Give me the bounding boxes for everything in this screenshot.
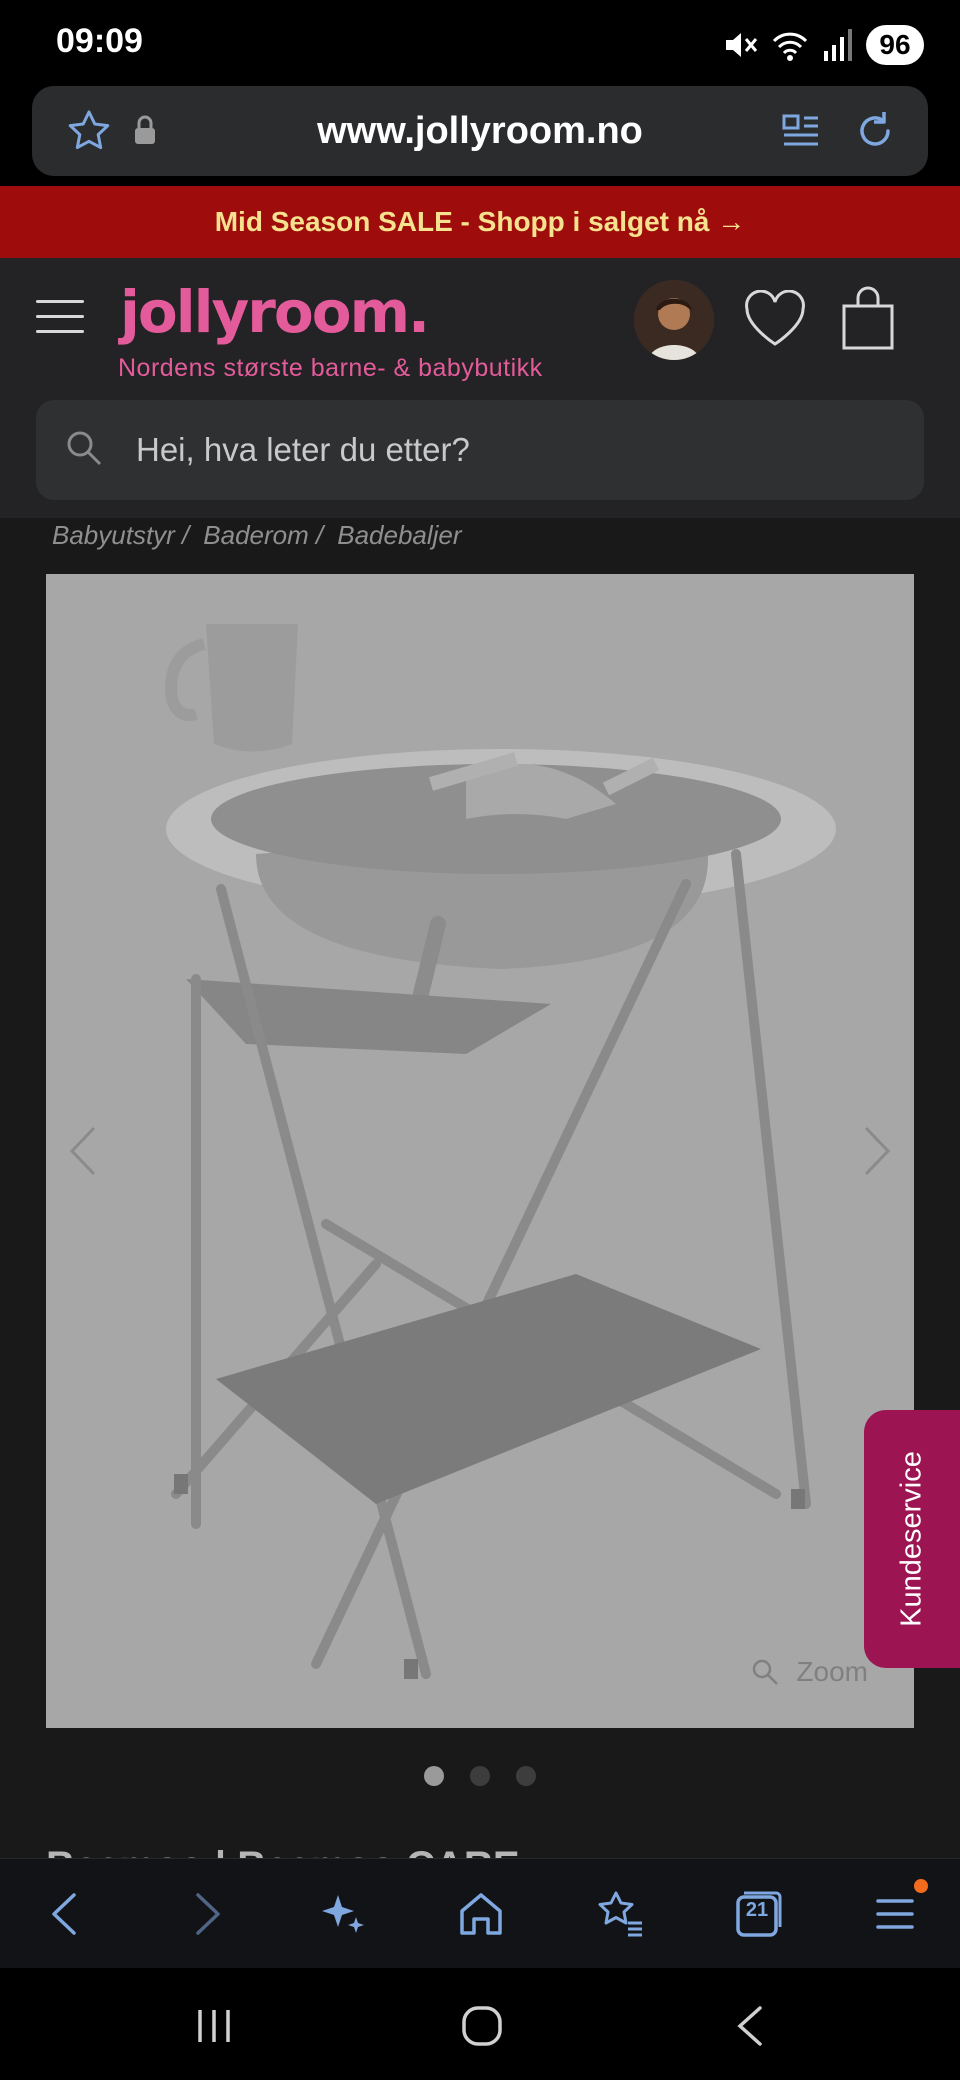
kundeservice-label[interactable]: Kundeservice: [896, 1451, 929, 1627]
notification-dot: [914, 1879, 928, 1893]
bookmarks-icon[interactable]: [592, 1887, 646, 1941]
reload-icon[interactable]: [852, 108, 898, 154]
signal-icon: [824, 29, 852, 61]
zoom-icon: [753, 1659, 779, 1685]
logo[interactable]: jollyroom.: [120, 278, 430, 346]
site-header: jollyroom. Nordens største barne- & baby…: [0, 258, 960, 518]
product-page: Babyutstyr / Baderom / Badebaljer Zoom: [0, 518, 960, 1858]
sparkle-icon[interactable]: [316, 1887, 370, 1941]
forward-icon[interactable]: [178, 1887, 232, 1941]
breadcrumb: Babyutstyr / Baderom / Badebaljer: [52, 520, 462, 551]
wifi-icon: [772, 32, 808, 61]
chevron-right-icon[interactable]: [862, 1124, 892, 1178]
gallery-dot[interactable]: [516, 1766, 536, 1786]
reader-icon[interactable]: [778, 108, 824, 154]
gallery-dot[interactable]: [470, 1766, 490, 1786]
breadcrumb-item[interactable]: Babyutstyr /: [52, 520, 189, 551]
more-menu-icon: [876, 1899, 914, 1929]
status-time: 09:09: [56, 22, 143, 60]
breadcrumb-item[interactable]: Badebaljer: [337, 520, 461, 551]
status-bar: 09:09 96: [0, 0, 960, 86]
browser-toolbar: 21: [0, 1858, 960, 1968]
promo-text[interactable]: Mid Season SALE - Shopp i salget nå →: [215, 206, 746, 238]
zoom-button[interactable]: Zoom: [750, 1656, 868, 1688]
battery-badge: 96: [866, 25, 924, 65]
tabs-button[interactable]: 21: [730, 1887, 784, 1941]
heart-icon[interactable]: [742, 290, 808, 350]
system-navigation: [0, 1968, 960, 2080]
back-nav-icon[interactable]: [730, 2004, 774, 2048]
zoom-label: Zoom: [796, 1656, 868, 1687]
url-bar[interactable]: www.jollyroom.no: [32, 86, 928, 176]
search-icon: [67, 431, 102, 466]
bag-icon[interactable]: [840, 286, 896, 352]
gallery-dot[interactable]: [424, 1766, 444, 1786]
mute-icon: [726, 33, 758, 57]
more-menu-button[interactable]: [868, 1879, 928, 1941]
tagline: Nordens største barne- & babybutikk: [118, 354, 543, 382]
gallery-dots: [0, 1766, 960, 1786]
chevron-left-icon[interactable]: [68, 1124, 98, 1178]
back-icon[interactable]: [40, 1887, 94, 1941]
avatar[interactable]: [634, 280, 714, 360]
search-input[interactable]: Hei, hva leter du etter?: [136, 400, 470, 500]
search-bar[interactable]: Hei, hva leter du etter?: [36, 400, 924, 500]
product-image[interactable]: [46, 574, 914, 1728]
breadcrumb-item[interactable]: Baderom /: [203, 520, 323, 551]
menu-icon[interactable]: [36, 300, 84, 336]
promo-banner[interactable]: Mid Season SALE - Shopp i salget nå →: [0, 186, 960, 258]
home-icon[interactable]: [454, 1887, 508, 1941]
status-icons: 96: [722, 22, 924, 68]
kundeservice-tab[interactable]: Kundeservice: [864, 1410, 960, 1668]
product-title: Beemoo | Beemoo CARE: [46, 1836, 520, 1858]
recents-icon[interactable]: [192, 2004, 236, 2048]
home-nav-icon[interactable]: [460, 2004, 504, 2048]
tabs-count: 21: [745, 1899, 769, 1921]
product-image-gallery[interactable]: Zoom: [46, 574, 914, 1728]
